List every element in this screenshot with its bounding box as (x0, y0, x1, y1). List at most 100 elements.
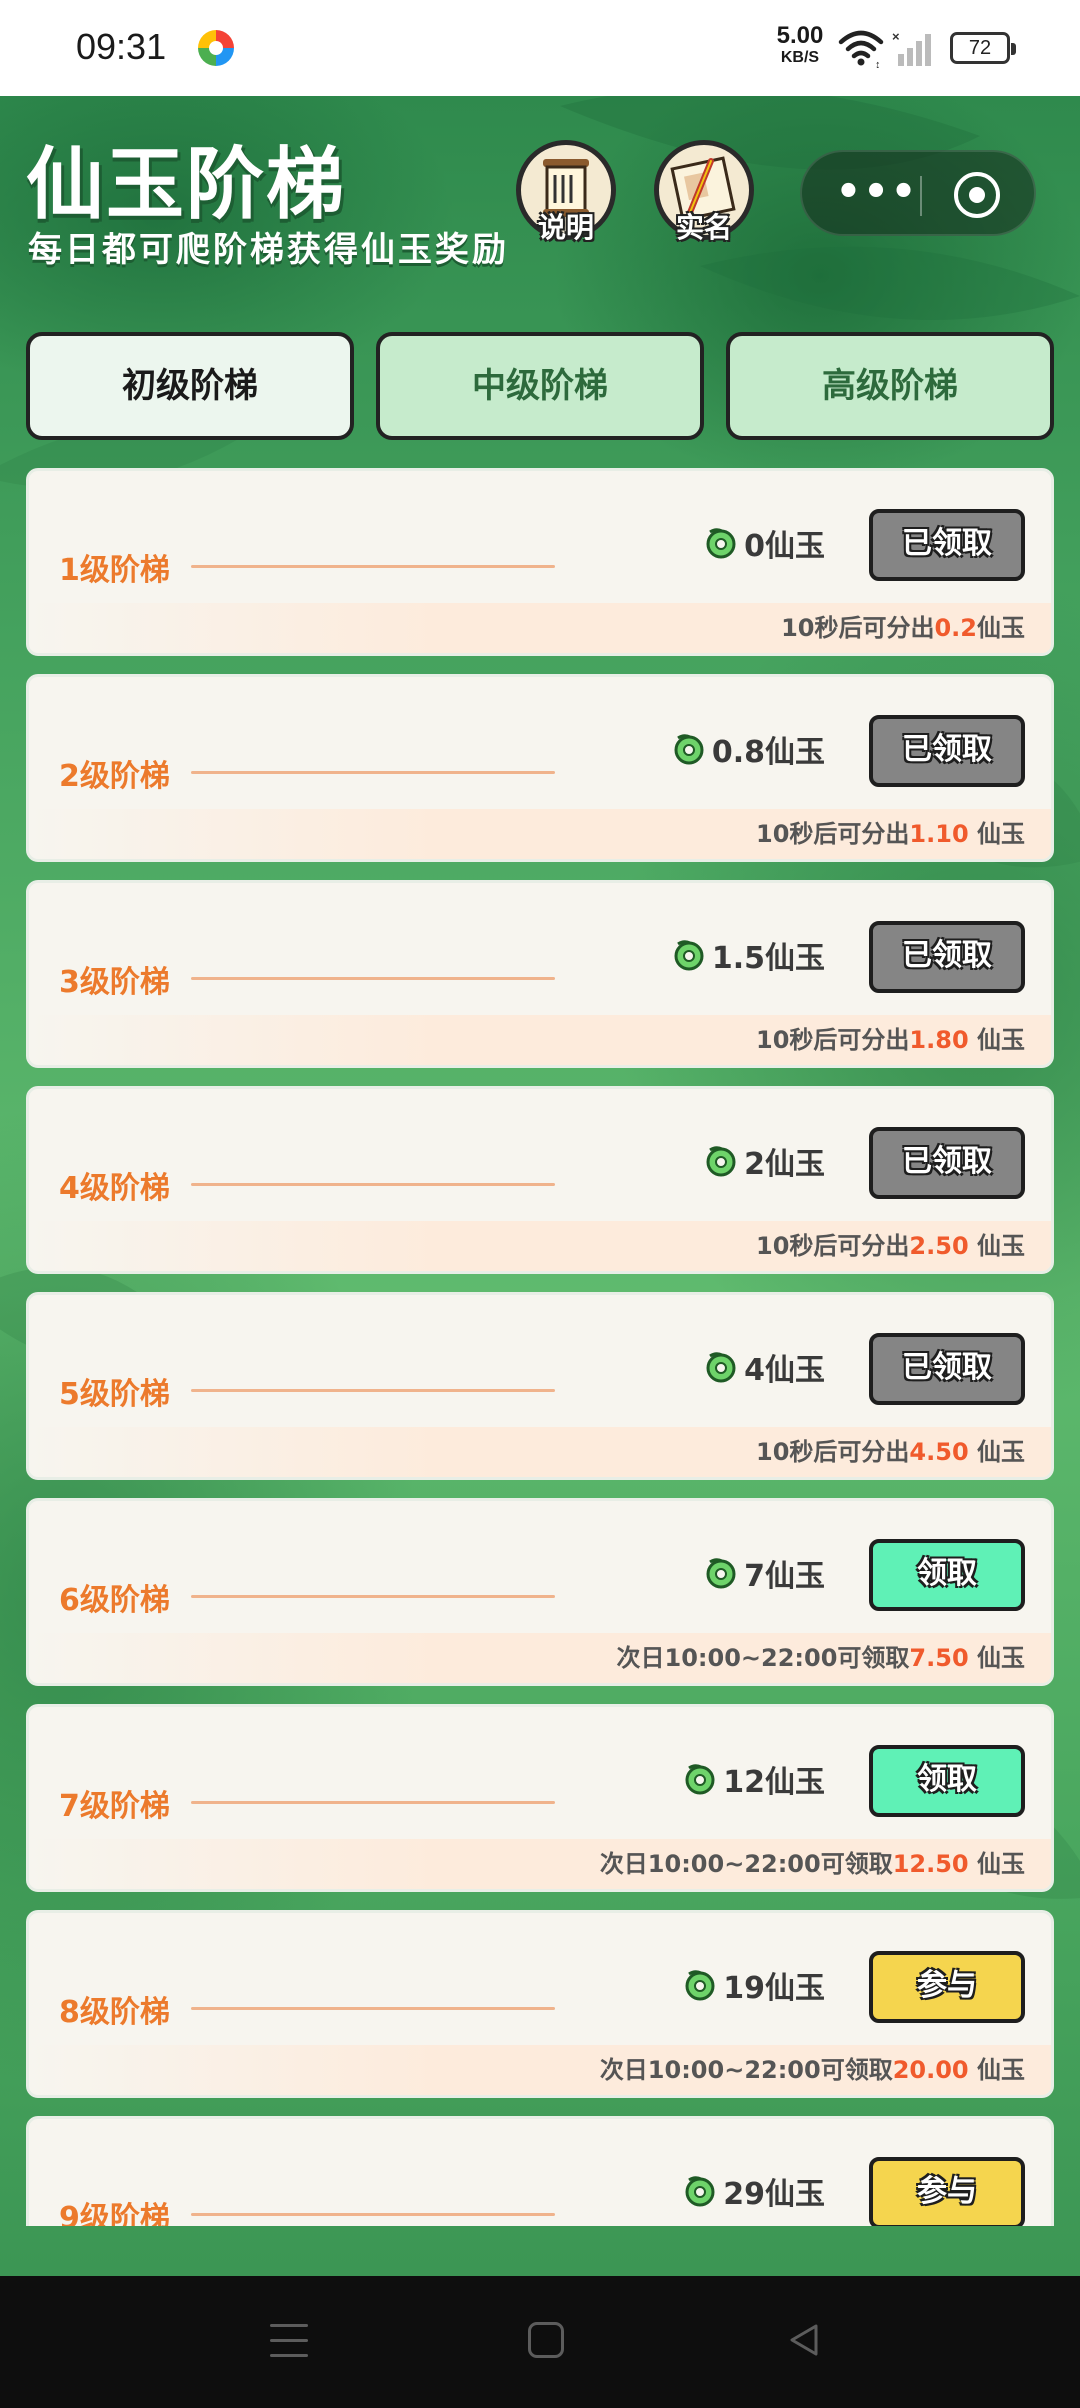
payout-note: 10秒后可分出1.80 仙玉 (756, 1020, 1025, 1055)
payout-note: 次日10:00~22:00可领取7.50 仙玉 (617, 1638, 1025, 1673)
progress-line (191, 2007, 555, 2010)
svg-text:×: × (892, 30, 900, 44)
level-label: 7级阶梯 (59, 1789, 170, 1824)
progress-line (191, 2213, 555, 2216)
payout-note: 10秒后可分出4.50 仙玉 (756, 1432, 1025, 1467)
note-unit: 仙玉 (977, 614, 1025, 642)
jade-icon (706, 1146, 736, 1177)
reward-amount: 12仙玉 (723, 1765, 825, 1800)
claimed-button[interactable]: 已领取 (869, 715, 1025, 787)
note-unit: 仙玉 (968, 1232, 1025, 1260)
payout-note: 10秒后可分出0.2仙玉 (781, 608, 1025, 643)
capsule-divider (920, 176, 922, 216)
note-unit: 仙玉 (968, 1026, 1025, 1054)
realname-label: 实名 (675, 211, 732, 244)
progress-line (191, 565, 555, 568)
reward-amount: 29仙玉 (723, 2177, 825, 2212)
reward: 4仙玉 (704, 1345, 825, 1389)
jade-icon (685, 1764, 715, 1795)
claimed-button[interactable]: 已领取 (869, 509, 1025, 581)
ladder-card: 1级阶梯 0仙玉 已领取 10秒后可分出0.2仙玉 (26, 468, 1054, 656)
level-label: 6级阶梯 (59, 1583, 170, 1618)
tab-intermediate[interactable]: 中级阶梯 (376, 332, 704, 440)
payout-note: 10秒后可分出2.50 仙玉 (756, 1226, 1025, 1261)
ladder-card: 2级阶梯 0.8仙玉 已领取 10秒后可分出1.10 仙玉 (26, 674, 1054, 862)
reward-amount: 2仙玉 (744, 1147, 825, 1182)
miniprogram-capsule: ••• (800, 150, 1036, 236)
note-text: 10秒后可分出 (756, 1438, 910, 1466)
level-label: 4级阶梯 (59, 1171, 170, 1206)
reward: 29仙玉 (683, 2169, 825, 2213)
close-target-icon[interactable] (954, 172, 1000, 218)
tab-beginner[interactable]: 初级阶梯 (26, 332, 354, 440)
jade-icon (706, 528, 736, 559)
note-highlight: 12.50 (892, 1850, 969, 1878)
status-time: 09:31 (76, 26, 167, 67)
reward-amount: 0仙玉 (744, 529, 825, 564)
payout-note: 次日10:00~22:00可领取12.50 仙玉 (600, 1844, 1025, 1879)
reward: 0仙玉 (704, 521, 825, 565)
reward: 19仙玉 (683, 1963, 825, 2007)
reward: 7仙玉 (704, 1551, 825, 1595)
note-text: 次日10:00~22:00可领取 (599, 1850, 893, 1878)
reward: 2仙玉 (704, 1139, 825, 1183)
note-highlight: 0.2 (934, 614, 977, 642)
note-highlight: 7.50 (909, 1644, 969, 1672)
ladder-card: 5级阶梯 4仙玉 已领取 10秒后可分出4.50 仙玉 (26, 1292, 1054, 1480)
ladder-card: 8级阶梯 19仙玉 参与 次日10:00~22:00可领取20.00 仙玉 (26, 1910, 1054, 2098)
ladder-card: 3级阶梯 1.5仙玉 已领取 10秒后可分出1.80 仙玉 (26, 880, 1054, 1068)
page-title: 仙玉阶梯 (26, 139, 347, 230)
ladder-card: 6级阶梯 7仙玉 领取 次日10:00~22:00可领取7.50 仙玉 (26, 1498, 1054, 1686)
reward: 0.8仙玉 (672, 727, 825, 771)
claimed-button[interactable]: 已领取 (869, 921, 1025, 993)
claimed-button[interactable]: 已领取 (869, 1333, 1025, 1405)
reward-amount: 0.8仙玉 (711, 735, 825, 770)
payout-note: 次日10:00~22:00可领取20.00 仙玉 (600, 2050, 1025, 2085)
progress-line (191, 1389, 555, 1392)
reward-amount: 7仙玉 (744, 1559, 825, 1594)
signal-icon: × (892, 30, 931, 66)
explain-label: 说明 (537, 211, 594, 244)
home-icon[interactable] (528, 2322, 564, 2358)
level-label: 3级阶梯 (59, 965, 170, 1000)
progress-line (191, 1183, 555, 1186)
reward-amount: 1.5仙玉 (711, 941, 825, 976)
jade-icon (685, 2176, 715, 2207)
join-button[interactable]: 参与 (869, 2157, 1025, 2226)
progress-line (191, 1595, 555, 1598)
jade-icon (706, 1558, 736, 1589)
realname-button[interactable]: 实名 (652, 140, 756, 258)
network-speed-value: 5.00 (776, 22, 824, 49)
progress-line (191, 977, 555, 980)
level-label: 1级阶梯 (59, 553, 170, 588)
claimed-button[interactable]: 已领取 (869, 1127, 1025, 1199)
note-highlight: 2.50 (909, 1232, 969, 1260)
note-unit: 仙玉 (968, 1438, 1025, 1466)
join-button[interactable]: 参与 (869, 1951, 1025, 2023)
claim-button[interactable]: 领取 (869, 1745, 1025, 1817)
wifi-icon: ↕ (838, 30, 884, 68)
status-bar: 09:31 5.00 KB/S ↕ × 72 (0, 0, 1080, 96)
payout-note: 10秒后可分出1.10 仙玉 (756, 814, 1025, 849)
level-label: 2级阶梯 (59, 759, 170, 794)
jade-icon (674, 734, 704, 765)
reward: 1.5仙玉 (672, 933, 825, 977)
note-text: 10秒后可分出 (781, 614, 935, 642)
app-screen: 仙玉阶梯 每日都可爬阶梯获得仙玉奖励 说明 实名 ••• 初级阶梯 中级阶梯 高… (0, 96, 1080, 2276)
note-highlight: 20.00 (892, 2056, 969, 2084)
note-unit: 仙玉 (968, 1644, 1025, 1672)
explain-button[interactable]: 说明 (514, 140, 618, 258)
more-menu-button[interactable]: ••• (834, 170, 920, 220)
reward-amount: 19仙玉 (723, 1971, 825, 2006)
recent-apps-icon[interactable] (270, 2324, 308, 2358)
progress-line (191, 1801, 555, 1804)
claim-button[interactable]: 领取 (869, 1539, 1025, 1611)
note-highlight: 1.10 (909, 820, 969, 848)
ladder-list: 1级阶梯 0仙玉 已领取 10秒后可分出0.2仙玉 2级阶梯 0.8仙玉 已领取… (26, 468, 1054, 2226)
ladder-card: 7级阶梯 12仙玉 领取 次日10:00~22:00可领取12.50 仙玉 (26, 1704, 1054, 1892)
network-speed-unit: KB/S (780, 49, 820, 66)
note-text: 次日10:00~22:00可领取 (616, 1644, 910, 1672)
tab-advanced[interactable]: 高级阶梯 (726, 332, 1054, 440)
note-text: 10秒后可分出 (756, 820, 910, 848)
back-icon[interactable] (784, 2320, 824, 2360)
